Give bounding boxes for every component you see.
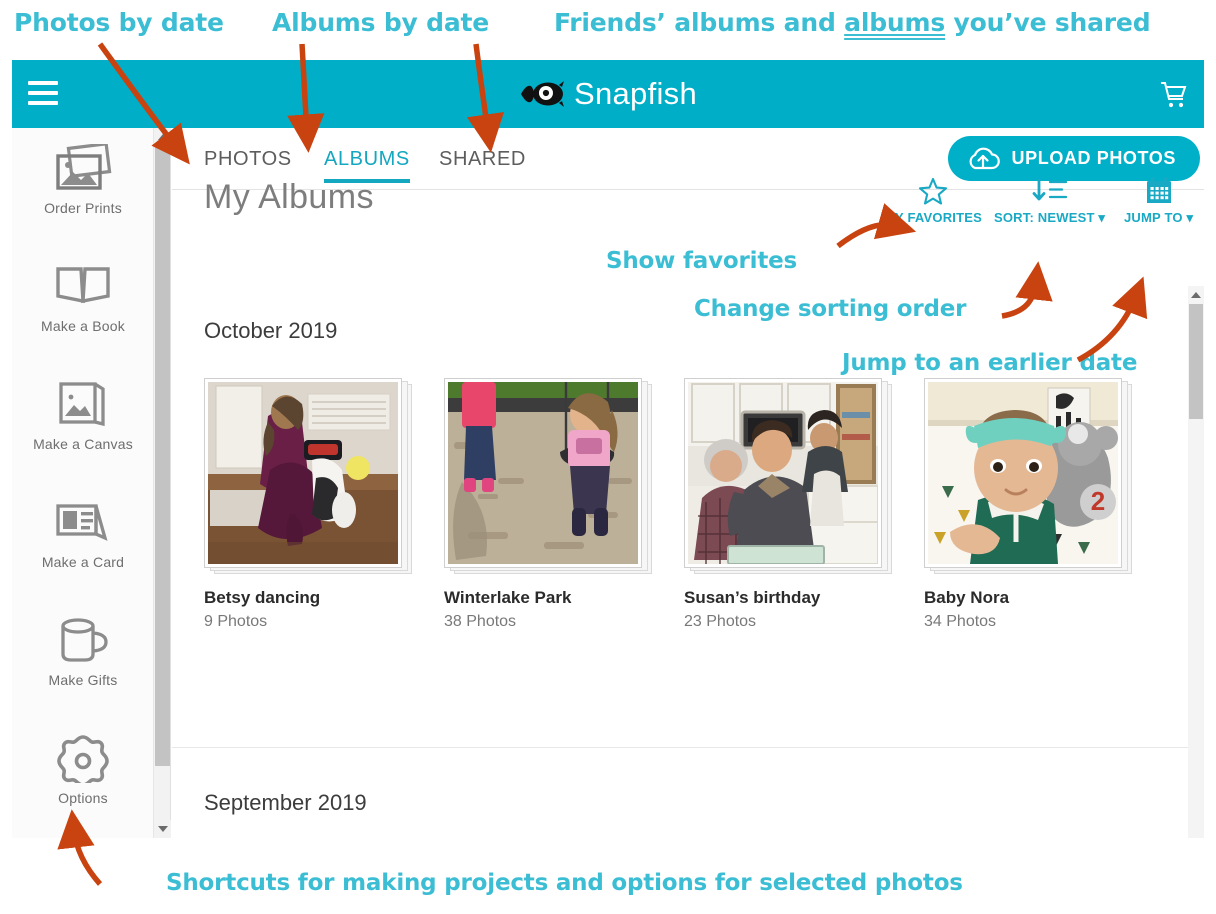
jump-to-button[interactable]: JUMP TO ▾ [1124,176,1193,226]
app-header-bar: Snapfish [12,60,1204,128]
sidebar-item-label: Order Prints [44,200,122,216]
annotation-show-favorites: Show favorites [606,248,798,274]
album-title: Betsy dancing [204,588,321,607]
scrollbar-thumb[interactable] [155,146,170,766]
sort-button[interactable]: SORT: NEWEST ▾ [994,176,1105,226]
album-cover-image [208,382,398,564]
album-cover-image: 2 [928,382,1118,564]
cloud-upload-icon [969,147,1000,169]
album-thumbnail-stack [684,378,892,574]
album-title: Winterlake Park [444,588,572,607]
sidebar-item-label: Make a Canvas [33,436,133,452]
album-thumbnail-stack [204,378,412,574]
album-thumbnail-stack [444,378,652,574]
calendar-icon [1124,176,1193,206]
annotation-photos-by-date: Photos by date [14,8,224,37]
sort-descending-icon [994,176,1105,206]
star-outline-icon [884,176,982,206]
album-thumbnail-stack: 2 [924,378,1132,574]
snapfish-fish-icon [520,81,564,107]
upload-photos-label: UPLOAD PHOTOS [1011,148,1176,168]
canvas-frame-icon [12,378,154,430]
tab-albums[interactable]: ALBUMS [324,148,410,183]
section-divider [172,747,1204,748]
album-cover-image [448,382,638,564]
annotation-jump-to-date: Jump to an earlier date [842,350,1138,376]
tab-label: PHOTOS [204,148,292,170]
svg-text:2: 2 [1091,486,1105,516]
album-title: Baby Nora [924,588,1010,607]
sort-label: SORT: NEWEST ▾ [994,210,1106,225]
album-title: Susan’s birthday [684,588,821,607]
album-card[interactable]: 2 Baby Nora 34 Photos [924,378,1138,631]
annotation-change-sorting: Change sorting order [694,296,967,322]
section-heading: September 2019 [204,790,367,815]
jump-to-label: JUMP TO ▾ [1124,210,1194,225]
tab-shared[interactable]: SHARED [439,148,526,171]
upload-photos-button[interactable]: UPLOAD PHOTOS [947,136,1200,181]
snapfish-app-window: Snapfish Order Prints Make a Book Make a… [12,60,1204,838]
album-card[interactable]: Winterlake Park 38 Photos [444,378,658,631]
scroll-up-arrow[interactable] [154,128,171,146]
annotation-shared-prefix: Friends’ albums and [554,8,845,37]
snapfish-logo[interactable]: Snapfish [519,76,697,112]
album-cover-frame: 2 [924,378,1122,568]
sidebar-item-label: Make Gifts [48,672,118,688]
scroll-down-arrow[interactable] [154,820,171,838]
album-card[interactable]: Susan’s birthday 23 Photos [684,378,898,631]
annotation-albums-by-date: Albums by date [272,8,490,37]
sidebar-item-make-a-book[interactable]: Make a Book [12,260,154,334]
screenshot-root: Snapfish Order Prints Make a Book Make a… [0,0,1216,914]
annotation-shared-suffix: you’ve shared [945,8,1151,37]
hamburger-icon[interactable] [28,81,58,105]
my-favorites-label: MY FAVORITES [884,210,982,225]
sidebar-item-label: Options [58,790,108,806]
shopping-cart-icon[interactable] [1158,80,1188,110]
scroll-up-arrow[interactable] [1188,286,1204,304]
album-cover-frame [444,378,642,568]
open-book-icon [12,260,154,312]
my-favorites-button[interactable]: MY FAVORITES [884,176,982,225]
album-cover-image [688,382,878,564]
tab-photos[interactable]: PHOTOS [204,148,292,171]
sidebar-scrollbar[interactable] [154,128,171,838]
tab-label: SHARED [439,148,526,170]
page-title: My Albums [204,178,374,216]
album-photo-count: 23 Photos [684,613,757,630]
coffee-mug-icon [12,614,154,666]
album-photo-count: 38 Photos [444,613,517,630]
album-photo-count: 9 Photos [204,613,268,630]
greeting-card-icon [12,496,154,548]
section-heading: October 2019 [204,318,338,343]
album-cover-frame [204,378,402,568]
left-sidebar: Order Prints Make a Book Make a Canvas M… [12,128,154,838]
main-content: PHOTOS ALBUMS SHARED UPLOAD PHOTOS My Al… [172,128,1204,838]
gear-icon [12,732,154,784]
sidebar-item-label: Make a Card [41,554,125,570]
album-photo-count: 34 Photos [924,613,997,630]
sidebar-item-label: Make a Book [41,318,125,334]
album-cover-frame [684,378,882,568]
tab-label: ALBUMS [324,148,410,170]
sidebar-item-options[interactable]: Options [12,732,154,806]
sidebar-item-make-a-canvas[interactable]: Make a Canvas [12,378,154,452]
scrollbar-thumb[interactable] [1189,304,1203,419]
sidebar-item-order-prints[interactable]: Order Prints [12,142,154,216]
annotation-shared-emphasis: albums [844,8,946,37]
sidebar-item-make-gifts[interactable]: Make Gifts [12,614,154,688]
annotation-shortcuts: Shortcuts for making projects and option… [166,870,963,896]
album-card[interactable]: Betsy dancing 9 Photos [204,378,418,631]
content-scrollbar[interactable] [1188,286,1204,838]
annotation-shared-albums: Friends’ albums and albums you’ve shared [554,8,1151,37]
logo-text: Snapfish [573,76,698,111]
photo-stack-icon [12,142,154,194]
sidebar-item-make-a-card[interactable]: Make a Card [12,496,154,570]
